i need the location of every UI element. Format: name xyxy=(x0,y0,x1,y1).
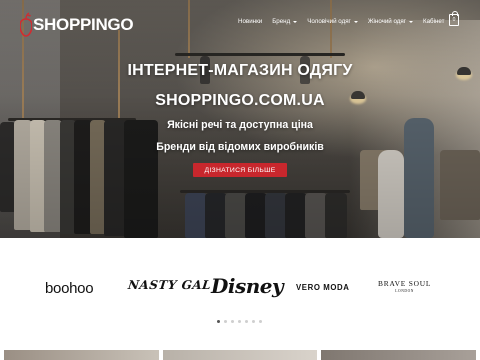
logo-text: SHOPPINGO xyxy=(33,15,134,34)
cart-count: 0 xyxy=(452,17,456,23)
nav-item-new[interactable]: Новинки xyxy=(238,18,262,25)
learn-more-button[interactable]: ДІЗНАТИСЯ БІЛЬШЕ xyxy=(193,163,287,177)
hero-subtitle: Якісні речі та доступна ціна xyxy=(167,119,313,131)
carousel-dot[interactable] xyxy=(252,320,255,323)
nav-item-label: Чоловічий одяг xyxy=(307,18,351,25)
carousel-dot[interactable] xyxy=(245,320,248,323)
brand-logo-boohoo[interactable]: boohoo xyxy=(45,280,94,297)
category-image[interactable] xyxy=(162,350,318,360)
carousel-pagination xyxy=(217,320,262,323)
nav-item-label: Новинки xyxy=(238,18,263,25)
nav-item-label: Кабінет xyxy=(423,18,445,25)
brand-logo-veromoda[interactable]: VERO MODA xyxy=(296,283,349,292)
nav-item-label: Бренд xyxy=(272,18,291,25)
category-image[interactable] xyxy=(4,350,159,360)
bottom-image-strip xyxy=(0,350,480,360)
hero-title: ІНТЕРНЕТ-МАГАЗИН ОДЯГУ xyxy=(127,62,353,79)
brand-subtitle: LONDON xyxy=(395,289,415,293)
brand-logo-bravesoul[interactable]: BRAVE SOUL LONDON xyxy=(378,279,431,293)
chevron-down-icon xyxy=(409,20,414,23)
site-logo[interactable]: SHOPPINGO xyxy=(19,8,134,42)
carousel-dot[interactable] xyxy=(238,320,241,323)
nav-item-menswear[interactable]: Чоловічий одяг xyxy=(307,18,358,25)
brand-name: BRAVE SOUL xyxy=(378,279,432,288)
nav-item-label: Жіночий одяг xyxy=(367,18,407,25)
carousel-dot[interactable] xyxy=(259,320,262,323)
category-image[interactable] xyxy=(321,350,477,360)
brand-carousel: boohoo NASTY GAL Disney VERO MODA BRAVE … xyxy=(0,268,480,308)
shopping-bag-icon[interactable]: 0 xyxy=(449,11,459,26)
brand-logo-disney[interactable]: Disney xyxy=(211,274,284,298)
chevron-down-icon xyxy=(353,20,358,23)
nav-item-account[interactable]: Кабінет xyxy=(423,18,444,25)
nav-item-womenswear[interactable]: Жіночий одяг xyxy=(367,18,414,25)
main-nav: Новинки Бренд Чоловічий одяг Жіночий одя… xyxy=(238,18,454,25)
nav-item-brand[interactable]: Бренд xyxy=(272,18,298,25)
brand-logo-nastygal[interactable]: NASTY GAL xyxy=(127,278,212,292)
hero-site-name: SHOPPINGO.COM.UA xyxy=(155,92,325,109)
apple-icon xyxy=(19,10,33,40)
chevron-down-icon xyxy=(293,20,298,23)
hero-subtitle: Бренди від відомих виробників xyxy=(156,141,324,153)
carousel-dot[interactable] xyxy=(217,320,220,323)
carousel-dot[interactable] xyxy=(231,320,234,323)
carousel-dot[interactable] xyxy=(224,320,227,323)
